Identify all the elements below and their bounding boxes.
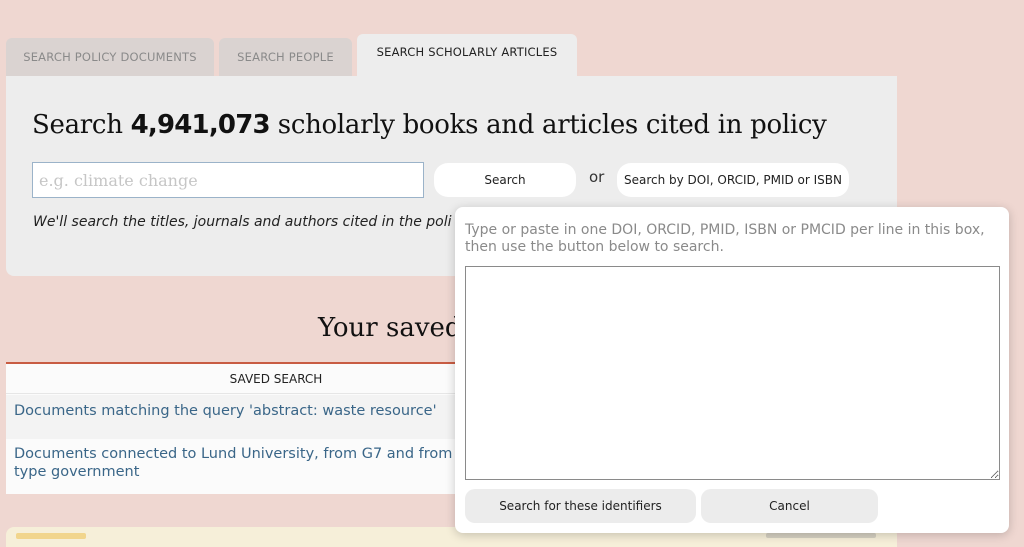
search-input[interactable] [32, 162, 424, 198]
headline-prefix: Search [32, 110, 131, 140]
popup-instructions: Type or paste in one DOI, ORCID, PMID, I… [465, 222, 985, 255]
page-title: Search 4,941,073 scholarly books and art… [32, 110, 827, 140]
search-by-id-button[interactable]: Search by DOI, ORCID, PMID or ISBN [617, 163, 849, 197]
tab-search-policy-documents[interactable]: SEARCH POLICY DOCUMENTS [6, 38, 214, 76]
or-label: or [589, 168, 605, 186]
saved-searches-table: SAVED SEARCH Documents matching the quer… [6, 362, 466, 494]
tab-search-scholarly-articles[interactable]: SEARCH SCHOLARLY ARTICLES [357, 34, 577, 76]
table-row: Documents matching the query 'abstract: … [6, 395, 466, 439]
saved-searches-title: Your saved [318, 313, 462, 343]
search-hint: We'll search the titles, journals and au… [33, 214, 452, 230]
saved-search-link-continued[interactable]: type government [14, 464, 139, 480]
bottom-link-fragment [766, 533, 876, 538]
identifier-search-popup: Type or paste in one DOI, ORCID, PMID, I… [455, 207, 1009, 533]
tab-search-people[interactable]: SEARCH PEOPLE [219, 38, 352, 76]
bottom-heading-fragment [16, 533, 86, 539]
search-button[interactable]: Search [434, 163, 576, 197]
saved-search-link[interactable]: Documents matching the query 'abstract: … [14, 403, 437, 419]
search-identifiers-button[interactable]: Search for these identifiers [465, 489, 696, 523]
article-count: 4,941,073 [130, 110, 271, 140]
saved-search-column-header: SAVED SEARCH [6, 364, 466, 394]
identifiers-textarea[interactable] [465, 266, 1000, 480]
table-row: Documents connected to Lund University, … [6, 439, 466, 493]
saved-search-link[interactable]: Documents connected to Lund University, … [14, 446, 465, 462]
headline-suffix: scholarly books and articles cited in po… [269, 110, 827, 140]
cancel-button[interactable]: Cancel [701, 489, 878, 523]
